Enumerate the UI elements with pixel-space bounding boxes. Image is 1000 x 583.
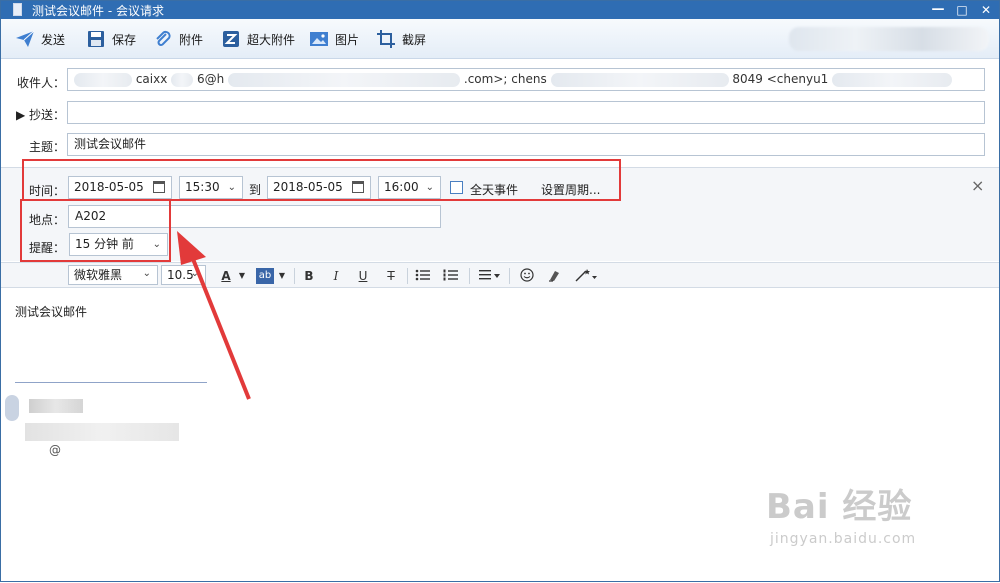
watermark-url: jingyan.baidu.com — [770, 531, 917, 547]
watermark-logo: Bai 经验 — [766, 487, 913, 527]
email-compose-window: 测试会议邮件 - 会议请求 — □ ✕ 发送 保存 附件 超大附件 图片 截屏 … — [0, 0, 1000, 582]
baidu-watermark: Bai 经验 jingyan.baidu.com — [766, 479, 915, 547]
